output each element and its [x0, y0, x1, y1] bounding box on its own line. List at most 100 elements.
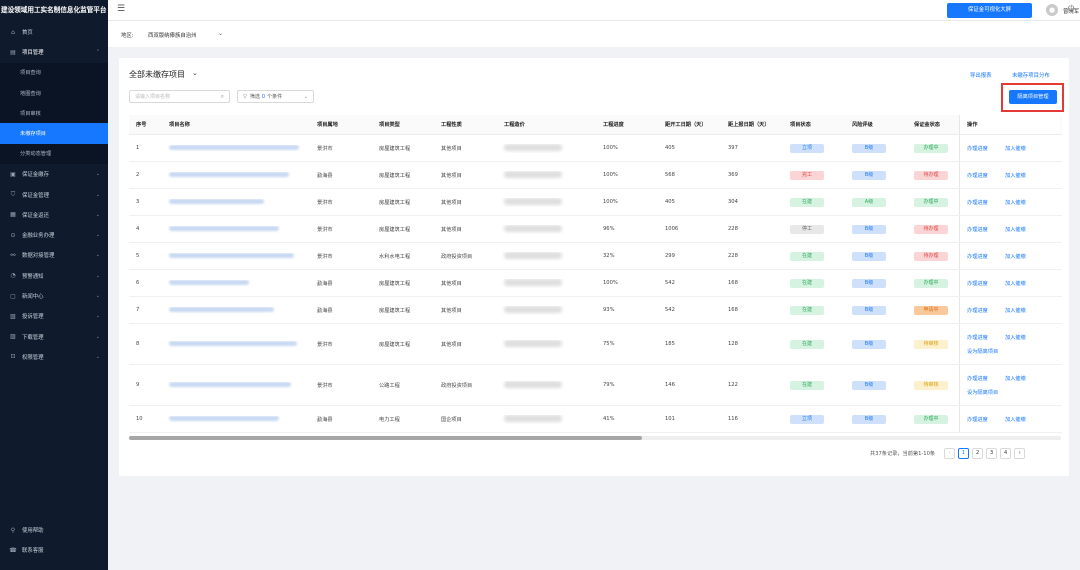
distribution-link[interactable]: 未缴存项目分布 — [1012, 71, 1050, 79]
sidebar-item[interactable]: ⚯ 数据对接管理 ⌄ — [0, 245, 108, 265]
page-button[interactable]: 4 — [1000, 448, 1012, 459]
export-report-link[interactable]: 导出报表 — [970, 71, 992, 79]
project-name-link[interactable] — [169, 279, 249, 285]
page-button[interactable]: 2 — [972, 448, 984, 459]
chevron-up-icon: ⌃ — [95, 49, 100, 56]
progress-link[interactable]: 办理进度 — [967, 280, 1005, 287]
progress-link[interactable]: 办理进度 — [967, 172, 1005, 179]
add-urge-link[interactable]: 加入催缴 — [1005, 172, 1043, 179]
sidebar-item[interactable]: ▧ 投诉管理 ⌄ — [0, 306, 108, 326]
horizontal-scrollbar[interactable] — [129, 436, 1061, 440]
add-urge-link[interactable]: 加入催缴 — [1005, 280, 1043, 287]
project-name-link[interactable] — [169, 340, 297, 346]
project-status: 停工 — [783, 224, 845, 234]
column-header: 工程性质 — [441, 122, 462, 128]
column-header: 距开工日期（天） — [665, 122, 707, 128]
sidebar-item[interactable]: ▨ 下载管理 ⌄ — [0, 326, 108, 346]
next-page-button[interactable]: › — [1014, 448, 1026, 459]
add-urge-link[interactable]: 加入催缴 — [1005, 307, 1043, 314]
sidebar-subitem[interactable]: 项目查询 — [0, 62, 108, 83]
add-urge-link[interactable]: 加入催缴 — [1005, 145, 1043, 152]
filter-button[interactable]: ▽ 筛选 0 个条件 ⌄ — [237, 90, 314, 103]
deposit-icon: ▣ — [10, 170, 16, 178]
operation-links: 办理进度 加入催缴 — [967, 253, 1057, 260]
chevron-down-icon[interactable]: ⌄ — [218, 30, 223, 37]
risk-rating: B级 — [845, 305, 907, 315]
sidebar-item[interactable]: ⌂ 首页 — [0, 22, 108, 42]
project-name-link[interactable] — [169, 252, 294, 258]
news-icon: ▢ — [10, 292, 16, 300]
sidebar-bottom-item[interactable]: ☎ 联系客服 — [0, 540, 108, 560]
sidebar-subitem[interactable]: 项目审核 — [0, 103, 108, 124]
project-name-link[interactable] — [169, 225, 279, 231]
sidebar-item[interactable]: ⊙ 金融业务办理 ⌄ — [0, 225, 108, 245]
progress-link[interactable]: 办理进度 — [967, 307, 1005, 314]
sidebar-subitem[interactable]: 地图查询 — [0, 82, 108, 104]
project-name-link[interactable] — [169, 144, 299, 150]
big-screen-button[interactable]: 保证金可视化大屏 — [947, 3, 1032, 18]
download-icon: ▨ — [10, 333, 16, 341]
sidebar-item[interactable]: ▢ 新闻中心 ⌄ — [0, 286, 108, 306]
search-input[interactable]: 请输入项目名称 ⌕ — [129, 90, 230, 103]
progress-link[interactable]: 办理进度 — [967, 253, 1005, 260]
operations: 办理进度 加入催缴 — [960, 216, 1060, 242]
table-row: 2 勐海县 房屋建筑工程 其他项目 100% 568 369 完工 B级 待办理 办理进度 加入催缴 — [129, 162, 1062, 189]
project-name-link[interactable] — [169, 306, 274, 312]
search-icon[interactable]: ⌕ — [221, 93, 224, 101]
chevron-down-icon: ⌄ — [95, 272, 100, 279]
progress-link[interactable]: 办理进度 — [967, 199, 1005, 206]
power-icon[interactable]: ⏻ — [1068, 4, 1074, 14]
sidebar-item[interactable]: ⛉ 保证金管理 ⌄ — [0, 184, 108, 204]
risk-badge: B级 — [852, 380, 886, 390]
progress-link[interactable]: 办理进度 — [967, 145, 1005, 152]
sidebar-item[interactable]: ▦ 保证金返还 ⌄ — [0, 205, 108, 225]
table-row: 8 景洪市 房屋建筑工程 其他项目 75% 185 128 在建 B级 待审核 办理进度 加入催缴 设为… — [129, 324, 1062, 365]
row-number: 9 — [136, 382, 140, 388]
add-urge-link[interactable]: 加入催缴 — [1005, 375, 1043, 382]
progress-link[interactable]: 办理进度 — [967, 226, 1005, 233]
isolate-project-button[interactable]: 隔离项目管理 — [1009, 90, 1057, 104]
sidebar-item[interactable]: ▣ 保证金缴存 ⌄ — [0, 164, 108, 184]
sidebar-item[interactable]: ◔ 预警通知 ⌄ — [0, 266, 108, 286]
progress-link[interactable]: 办理进度 — [967, 375, 1005, 382]
add-urge-link[interactable]: 加入催缴 — [1005, 253, 1043, 260]
add-urge-link[interactable]: 加入催缴 — [1005, 416, 1043, 423]
sidebar-subitem[interactable]: 分类动态管理 — [0, 143, 108, 165]
service-icon: ☎ — [9, 546, 17, 554]
days-since-start: 568 — [665, 172, 675, 178]
project-name-link[interactable] — [169, 381, 291, 387]
project-name — [162, 171, 310, 179]
table-row: 1 景洪市 房屋建筑工程 其他项目 100% 405 397 立项 B级 办理中 办理进度 加入催缴 — [129, 135, 1062, 162]
menu-toggle-icon[interactable]: ☰ — [117, 4, 125, 14]
set-isolate-link[interactable]: 设为隔离项目 — [967, 348, 1027, 355]
project-name-link[interactable] — [169, 415, 279, 421]
project-name-link[interactable] — [169, 171, 289, 177]
sidebar-item[interactable]: ▤ 项目管理 ⌃ — [0, 42, 108, 62]
operations: 办理进度 加入催缴 — [960, 162, 1060, 188]
page-title[interactable]: 全部未缴存项目 — [129, 69, 185, 80]
page-button[interactable]: 1 — [958, 448, 970, 459]
add-urge-link[interactable]: 加入催缴 — [1005, 334, 1043, 341]
sidebar-item[interactable]: ⊡ 权限管理 ⌄ — [0, 347, 108, 367]
page-button[interactable]: 3 — [986, 448, 998, 459]
set-isolate-link[interactable]: 设为隔离项目 — [967, 389, 1027, 396]
project-name-link[interactable] — [169, 198, 264, 204]
add-urge-link[interactable]: 加入催缴 — [1005, 226, 1043, 233]
progress-link[interactable]: 办理进度 — [967, 416, 1005, 423]
project-nature: 其他项目 — [441, 341, 462, 348]
sidebar-subitem[interactable]: 未缴存项目 — [0, 123, 108, 144]
days-since-report: 116 — [728, 416, 738, 422]
chevron-down-icon: ⌄ — [95, 313, 100, 320]
title-chevron-icon[interactable]: ⌄ — [192, 69, 198, 77]
operations: 办理进度 加入催缴 — [960, 135, 1060, 161]
scrollbar-thumb[interactable] — [129, 436, 642, 440]
table-row: 6 勐海县 房屋建筑工程 其他项目 100% 542 168 在建 B级 办理中 办理进度 加入催缴 — [129, 270, 1062, 297]
operations: 办理进度 加入催缴 — [960, 189, 1060, 215]
avatar[interactable]: ● — [1046, 4, 1058, 16]
progress-link[interactable]: 办理进度 — [967, 334, 1005, 341]
sidebar-bottom-item[interactable]: ⚲ 使用帮助 — [0, 520, 108, 540]
add-urge-link[interactable]: 加入催缴 — [1005, 199, 1043, 206]
region-select[interactable]: 西双版纳傣族自治州 — [148, 31, 197, 39]
prev-page-button[interactable]: ‹ — [944, 448, 956, 459]
filter-count: 0 — [261, 93, 266, 100]
